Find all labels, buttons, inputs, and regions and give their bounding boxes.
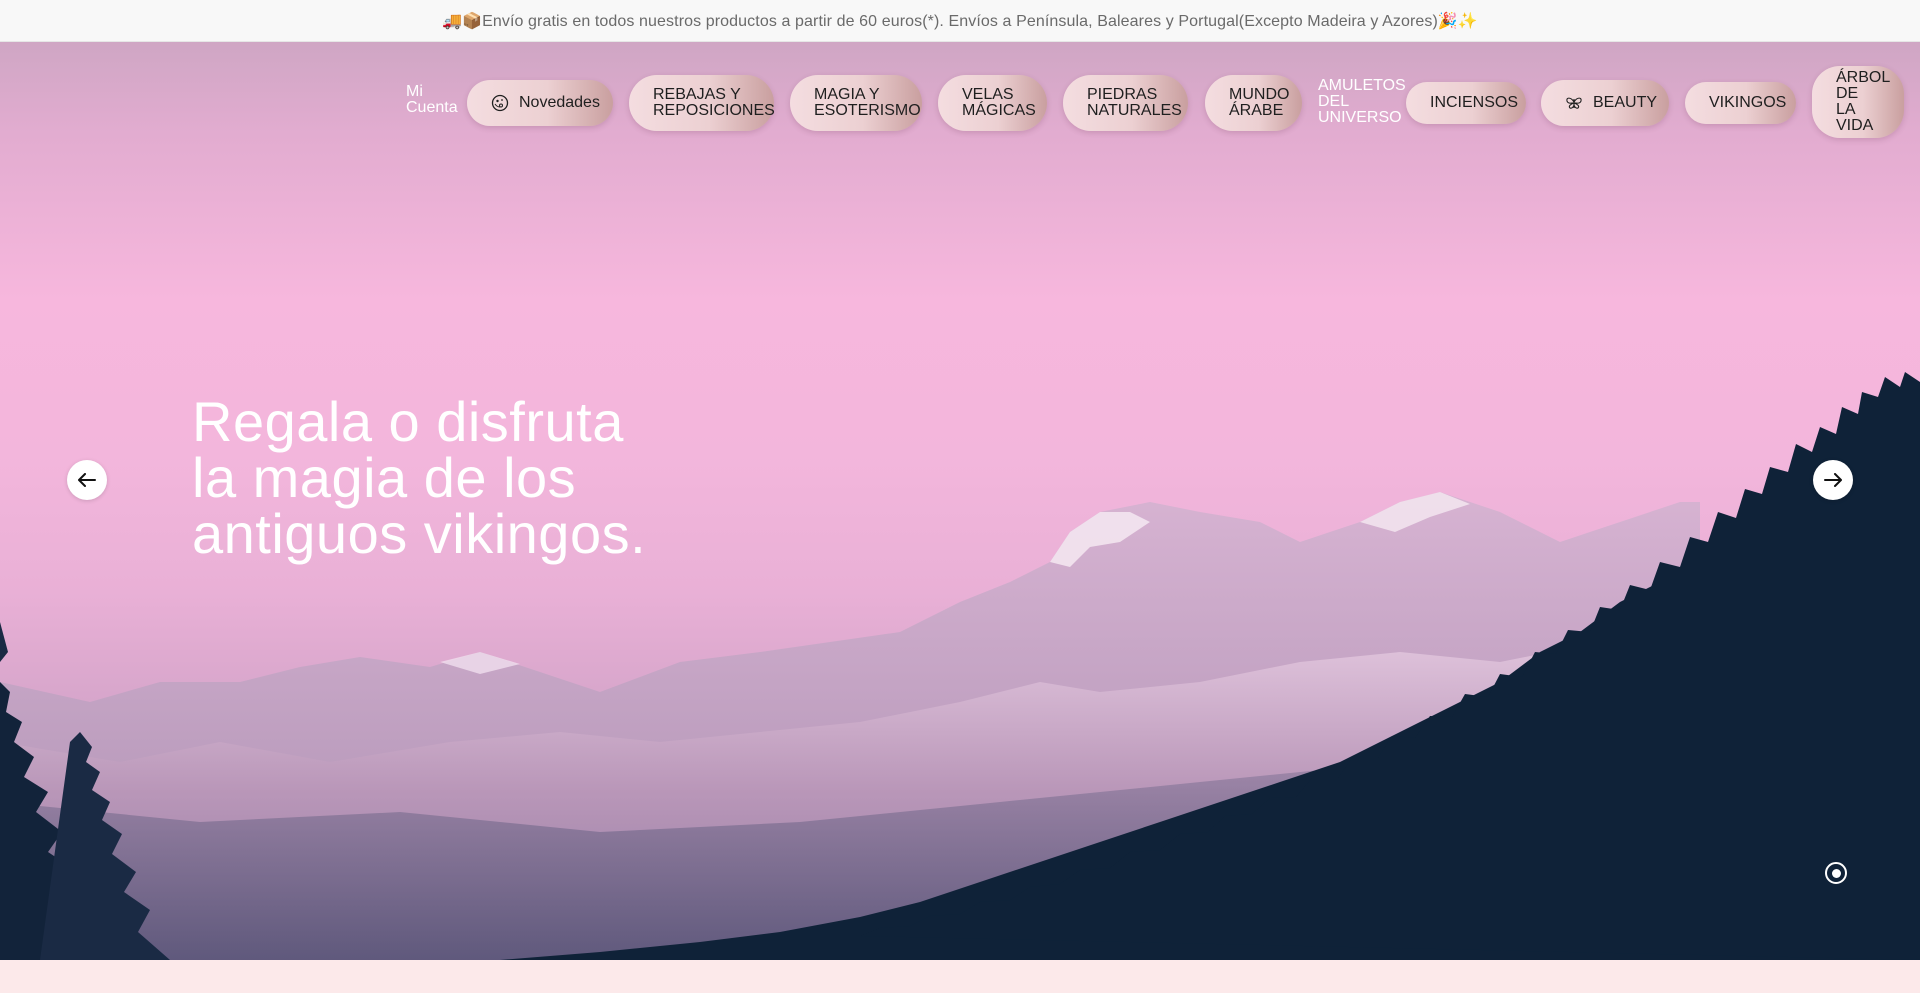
butterfly-icon — [1565, 94, 1583, 112]
nav-item-label: ÁRBOL — [1836, 69, 1891, 86]
nav-item-rebajas[interactable]: REBAJAS Y REPOSICIONES — [629, 75, 775, 131]
next-slide-button[interactable] — [1813, 460, 1853, 500]
nav-item-label: NATURALES — [1087, 102, 1182, 119]
hero-title-line: la magia de los — [192, 446, 577, 509]
nav-item-label: VIKINGOS — [1709, 94, 1787, 111]
nav-item-vikingos[interactable]: VIKINGOS — [1685, 82, 1796, 124]
slide-indicator-active — [1831, 868, 1841, 878]
nav-item-piedras[interactable]: PIEDRAS NATURALES — [1063, 75, 1188, 131]
announcement-bar: 🚚📦Envío gratis en todos nuestros product… — [0, 0, 1920, 42]
arrow-right-icon — [1824, 473, 1842, 487]
nav-item-label: ÁRABE — [1229, 102, 1284, 119]
nav-item-label: DE LA — [1836, 85, 1859, 118]
nav-item-arbol-de-la-vida[interactable]: ÁRBOL DE LA VIDA — [1812, 66, 1904, 138]
account-label-line2: Cuenta — [406, 99, 458, 116]
nav-item-label: UNIVERSO — [1318, 109, 1402, 126]
nav-item-label: MAGIA Y — [814, 86, 880, 103]
arrow-left-icon — [78, 473, 96, 487]
nav-item-label: VIDA — [1836, 117, 1874, 134]
previous-slide-button[interactable] — [67, 460, 107, 500]
nav-item-label: REPOSICIONES — [653, 102, 775, 119]
nav-item-label: Novedades — [519, 94, 600, 111]
hero-title-line: antiguos vikingos. — [192, 502, 647, 565]
nav-item-label: PIEDRAS — [1087, 86, 1158, 103]
account-label-line1: Mi — [406, 83, 423, 100]
nav-item-label: INCIENSOS — [1430, 94, 1519, 111]
hero-title: Regala o disfruta la magia de los antigu… — [192, 394, 652, 562]
slide-indicator-dot[interactable] — [1825, 862, 1847, 884]
nav-item-label: VELAS — [962, 86, 1014, 103]
hero-title-line: Regala o disfruta — [192, 390, 624, 453]
page-content-start — [0, 960, 1920, 993]
nav-item-mundo-arabe[interactable]: MUNDO ÁRABE — [1205, 75, 1302, 131]
nav-item-novedades[interactable]: Novedades — [467, 80, 613, 126]
nav-item-velas[interactable]: VELAS MÁGICAS — [938, 75, 1047, 131]
nav-item-label: BEAUTY — [1593, 94, 1658, 111]
nav-item-label: ESOTERISMO — [814, 102, 921, 119]
main-navigation: Mi Cuenta Novedades REBAJAS Y REPOSICION… — [0, 42, 1920, 162]
my-account-link[interactable]: Mi Cuenta — [406, 84, 466, 116]
nav-item-amuletos[interactable]: AMULETOS DEL UNIVERSO — [1318, 77, 1406, 126]
nav-item-inciensos[interactable]: INCIENSOS — [1406, 82, 1526, 124]
announcement-text: 🚚📦Envío gratis en todos nuestros product… — [442, 12, 1478, 30]
nav-item-label: MÁGICAS — [962, 102, 1036, 119]
nav-item-beauty[interactable]: BEAUTY — [1541, 80, 1669, 126]
nav-item-magia[interactable]: MAGIA Y ESOTERISMO — [790, 75, 922, 131]
nav-item-label: MUNDO — [1229, 86, 1290, 103]
nav-item-label: REBAJAS Y — [653, 86, 741, 103]
nav-item-label: DEL — [1318, 93, 1350, 110]
nav-item-label: AMULETOS — [1318, 77, 1406, 94]
hero-slider: Mi Cuenta Novedades REBAJAS Y REPOSICION… — [0, 42, 1920, 960]
moon-icon — [491, 94, 509, 112]
